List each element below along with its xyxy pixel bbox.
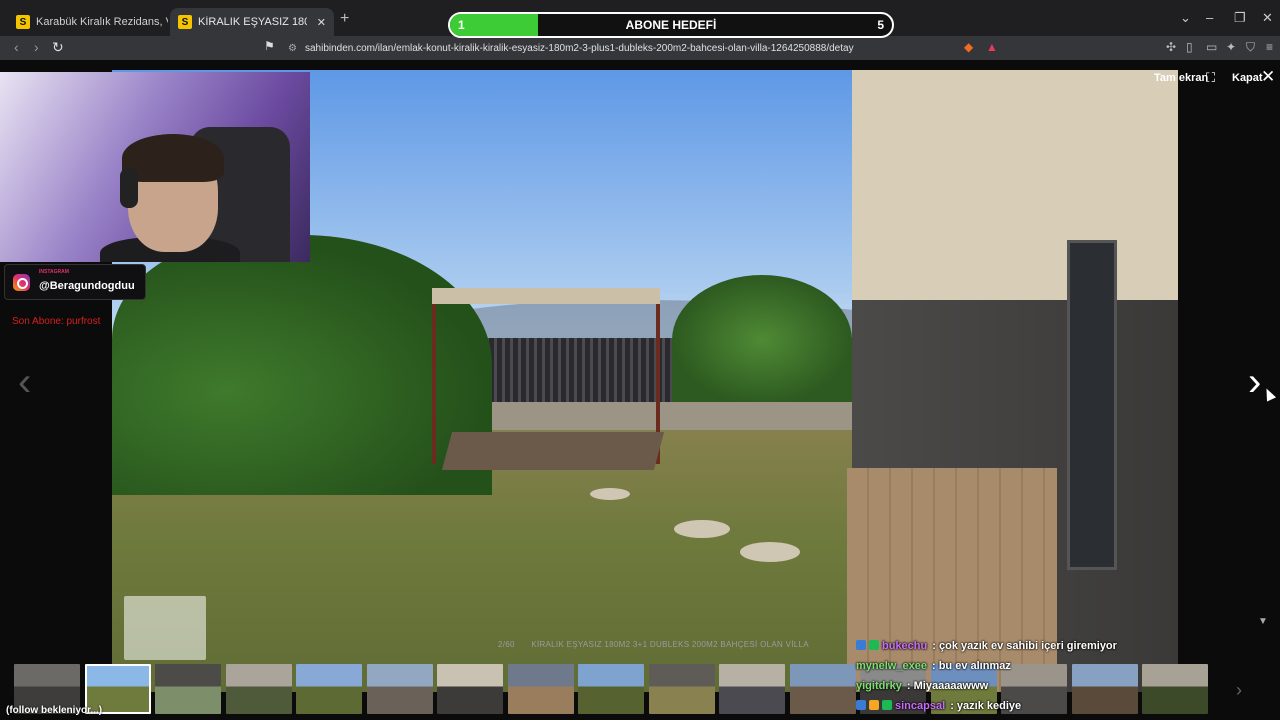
screen: S Karabük Kiralık Rezidans, Villa, Müsta… xyxy=(0,0,1280,720)
gallery-thumbnail[interactable] xyxy=(296,664,362,714)
chat-username: mynelw_exee xyxy=(856,660,927,672)
close-tab-icon[interactable]: ✕ xyxy=(317,16,326,29)
chat-message: sincapsal : yazık kediye xyxy=(856,696,1196,716)
gallery-thumbnail[interactable] xyxy=(437,664,503,714)
extensions-icon[interactable]: ✣ xyxy=(1166,40,1176,54)
gallery-thumbnail[interactable] xyxy=(507,664,574,714)
photo-stepping-stone xyxy=(740,542,800,562)
fullscreen-label[interactable]: Tam ekran xyxy=(1154,72,1208,84)
gallery-thumbnail[interactable] xyxy=(789,664,856,714)
chat-username: bukechu xyxy=(882,640,928,652)
tab-title: Karabük Kiralık Rezidans, Villa, Müstaki… xyxy=(36,16,168,28)
photo-title: KİRALIK EŞYASIZ 180M2 3+1 DUBLEKS 200M2 … xyxy=(531,640,809,649)
wallet-icon[interactable]: ▭ xyxy=(1206,40,1217,54)
last-subscriber: Son Abone: purfrost xyxy=(12,316,101,327)
photo-counter: 2/60 xyxy=(498,640,515,649)
chat-badge-icon xyxy=(869,700,879,710)
webcam-headphone xyxy=(120,168,138,208)
gallery-thumbnail[interactable] xyxy=(155,664,221,714)
previous-photo-button[interactable]: ‹ xyxy=(18,360,31,405)
chat-badge-icon xyxy=(856,700,866,710)
instagram-badge: INSTAGRAM @Beragundogduu xyxy=(4,264,146,300)
back-icon[interactable]: ‹ xyxy=(14,39,19,55)
browser-toolbar: ‹ › ↻ ⚑ ⚙ sahibinden.com/ilan/emlak-konu… xyxy=(0,36,1280,60)
photo-house-upper xyxy=(852,70,1178,300)
site-settings-icon[interactable]: ⚙ xyxy=(288,43,297,54)
gallery-thumbnail[interactable] xyxy=(719,664,785,714)
photo-caption: 2/60 KİRALIK EŞYASIZ 180M2 3+1 DUBLEKS 2… xyxy=(498,640,823,649)
chevron-down-icon[interactable]: ▼ xyxy=(1258,616,1268,627)
tab-title: KİRALIK EŞYASIZ 180M2 3+1 DUBLEKS xyxy=(198,16,307,28)
gallery-thumbnail[interactable] xyxy=(225,664,292,714)
chat-message: mynelw_exee : bu ev alınmaz xyxy=(856,656,1196,676)
tab-karabuk-rentals[interactable]: S Karabük Kiralık Rezidans, Villa, Müsta… xyxy=(8,8,168,36)
photo-tree xyxy=(672,275,852,405)
photo-stepping-stone xyxy=(590,488,630,500)
address-bar[interactable]: ⚙ sahibinden.com/ilan/emlak-konut-kirali… xyxy=(288,38,956,58)
next-photo-button[interactable]: › xyxy=(1248,360,1261,405)
chat-badge-icon xyxy=(856,640,866,650)
reload-icon[interactable]: ↻ xyxy=(52,39,64,56)
brave-rewards-icon[interactable]: ▲ xyxy=(986,40,998,54)
sahibinden-favicon-icon: S xyxy=(16,15,30,29)
photo-stepping-stone xyxy=(674,520,730,538)
brave-shield-icon[interactable]: ◆ xyxy=(964,40,973,54)
thumbnails-next-icon[interactable]: › xyxy=(1236,680,1242,701)
menu-icon[interactable]: ≡ xyxy=(1266,40,1273,54)
close-gallery-label[interactable]: Kapat xyxy=(1232,72,1263,84)
chat-message: yigitdrky : Miyaaaaawww xyxy=(856,676,1196,696)
photo-pergola-roof xyxy=(432,288,660,304)
subscriber-goal-bar: 1 ABONE HEDEFİ 5 xyxy=(448,12,894,38)
goal-target-value: 5 xyxy=(877,18,884,32)
restore-icon[interactable]: ❐ xyxy=(1234,10,1246,26)
stream-chat: bukechu : çok yazık ev sahibi içeri gire… xyxy=(856,636,1196,716)
gallery-thumbnail[interactable] xyxy=(648,664,715,714)
sahibinden-watermark-logo xyxy=(124,596,206,660)
tab-listing-detail[interactable]: S KİRALIK EŞYASIZ 180M2 3+1 DUBLEKS ✕ xyxy=(170,8,334,36)
streamer-webcam xyxy=(0,72,310,262)
chat-badge-icon xyxy=(882,700,892,710)
instagram-tag: INSTAGRAM xyxy=(39,269,69,275)
vpn-icon[interactable]: ⛉ xyxy=(1246,40,1255,55)
close-icon[interactable]: ✕ xyxy=(1261,67,1275,87)
forward-icon[interactable]: › xyxy=(34,39,39,55)
url-text: sahibinden.com/ilan/emlak-konut-kiralik-… xyxy=(304,42,854,54)
instagram-handle: @Beragundogduu xyxy=(39,280,135,292)
bookmark-icon[interactable]: ⚑ xyxy=(264,39,275,53)
sahibinden-favicon-icon: S xyxy=(178,15,192,29)
goal-title: ABONE HEDEFİ xyxy=(625,18,717,32)
chat-message: bukechu : çok yazık ev sahibi içeri gire… xyxy=(856,636,1196,656)
chat-text: : Miyaaaaawww xyxy=(903,680,989,692)
close-window-icon[interactable]: ✕ xyxy=(1262,10,1273,26)
photo-deck xyxy=(441,432,665,470)
chat-username: sincapsal xyxy=(895,700,946,712)
fullscreen-icon[interactable]: ⛶ xyxy=(1206,70,1215,86)
leo-icon[interactable]: ✦ xyxy=(1226,40,1236,54)
sidebar-icon[interactable]: ▯ xyxy=(1186,40,1193,54)
gallery-thumbnail[interactable] xyxy=(578,664,644,714)
chat-text: : çok yazık ev sahibi içeri giremiyor xyxy=(929,640,1117,652)
instagram-icon xyxy=(13,274,30,291)
chat-text: : bu ev alınmaz xyxy=(928,660,1011,672)
chat-text: : yazık kediye xyxy=(947,700,1022,712)
chat-username: yigitdrky xyxy=(856,680,902,692)
minimize-icon[interactable]: – xyxy=(1206,10,1213,25)
follow-status: (follow bekleniyor...) xyxy=(6,705,103,716)
tab-search-icon[interactable]: ⌄ xyxy=(1180,10,1191,26)
gallery-thumbnail[interactable] xyxy=(366,664,433,714)
photo-house-window xyxy=(1067,240,1117,570)
new-tab-button[interactable]: + xyxy=(340,10,349,28)
chat-badge-icon xyxy=(869,640,879,650)
